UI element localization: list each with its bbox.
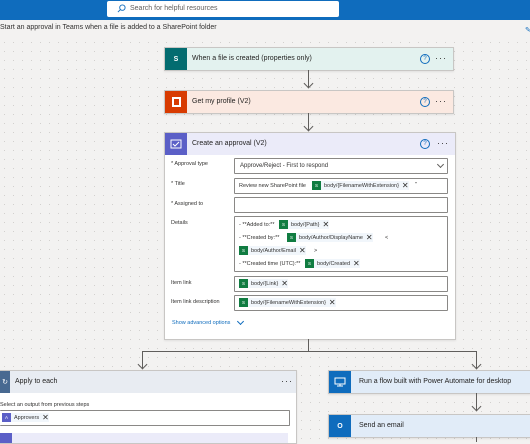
trigger-title: When a file is created (properties only) (192, 55, 312, 62)
approvals-token-icon: A (2, 413, 11, 422)
details-line-3-suffix: > (314, 248, 318, 254)
desktop-flow-header[interactable]: Run a flow built with Power Automate for… (329, 371, 530, 393)
sharepoint-token-icon: S (287, 233, 296, 242)
get-profile-card[interactable]: Get my profile (V2) ? ··· (164, 90, 454, 114)
sharepoint-icon: S (165, 48, 187, 70)
dynamic-token[interactable]: S body/{Path} ✕ (279, 220, 330, 229)
details-label: Details (171, 220, 188, 226)
item-link-field[interactable]: S body/{Link} ✕ (234, 276, 448, 292)
more-options-icon[interactable]: ··· (435, 97, 447, 106)
search-placeholder: Search for helpful resources (130, 5, 218, 12)
token-label: body/{FilenameWithExtension} (324, 182, 399, 189)
dynamic-token[interactable]: S body/{FilenameWithExtension} ✕ (239, 298, 336, 307)
branch-line (142, 351, 476, 352)
loop-icon: ↻ (0, 371, 10, 393)
remove-token-icon[interactable]: ✕ (299, 246, 306, 255)
details-line-4-text: - **Created time (UTC):** (239, 261, 301, 267)
create-approval-card[interactable]: Create an approval (V2) ? ··· * Approval… (164, 132, 456, 340)
dynamic-token[interactable]: S body/{Link} ✕ (239, 279, 288, 288)
select-output-field[interactable]: A Approvers ✕ (0, 410, 290, 426)
edit-icon[interactable]: ✎ (525, 26, 530, 35)
more-options-icon[interactable]: ··· (281, 377, 293, 386)
dynamic-token[interactable]: S body/Created ✕ (305, 259, 360, 268)
apply-to-each-title: Apply to each (15, 378, 58, 385)
select-output-label: Select an output from previous steps (0, 402, 90, 408)
approval-type-label: * Approval type (171, 161, 208, 167)
remove-token-icon[interactable]: ✕ (353, 259, 360, 268)
sharepoint-token-icon: S (239, 298, 248, 307)
connector-line (308, 339, 309, 351)
sharepoint-token-icon: S (239, 279, 248, 288)
sharepoint-token-icon: S (305, 259, 314, 268)
desktop-flow-title: Run a flow built with Power Automate for… (359, 378, 512, 385)
details-line-2-suffix: < (385, 235, 389, 241)
create-approval-header[interactable]: Create an approval (V2) ? ··· (165, 133, 455, 155)
desktop-flow-card[interactable]: Run a flow built with Power Automate for… (328, 370, 530, 394)
token-label: body/Author/Email (251, 247, 296, 254)
dynamic-token[interactable]: S body/Author/Email ✕ (239, 246, 306, 255)
create-approval-title: Create an approval (V2) (192, 140, 267, 147)
trigger-card[interactable]: S When a file is created (properties onl… (164, 47, 454, 71)
sharepoint-token-icon: S (239, 246, 248, 255)
connector-line (476, 437, 477, 442)
search-icon (117, 4, 126, 13)
office-icon (165, 91, 187, 113)
more-options-icon[interactable]: ··· (437, 139, 449, 148)
dynamic-token[interactable]: S body/Author/DisplayName ✕ (287, 233, 373, 242)
item-link-label: Item link (171, 280, 192, 286)
details-line-2-text: - **Created by:** (239, 235, 280, 241)
title-label: * Title (171, 181, 185, 187)
item-link-description-label: Item link description (171, 299, 220, 305)
help-icon[interactable]: ? (420, 97, 430, 107)
sharepoint-token-icon: S (279, 220, 288, 229)
help-icon[interactable]: ? (420, 54, 430, 64)
get-profile-header[interactable]: Get my profile (V2) ? ··· (165, 91, 453, 113)
send-email-card[interactable]: O Send an email (328, 414, 530, 438)
remove-token-icon[interactable]: ✕ (281, 279, 288, 288)
chevron-down-icon[interactable] (436, 160, 445, 169)
remove-token-icon[interactable]: ✕ (42, 413, 49, 422)
details-field[interactable]: - **Added to:** S body/{Path} ✕ - **Crea… (234, 216, 448, 272)
send-email-title: Send an email (359, 422, 404, 429)
token-label: body/Author/DisplayName (299, 234, 363, 241)
flow-title: Start an approval in Teams when a file i… (0, 24, 217, 31)
remove-token-icon[interactable]: ✕ (402, 181, 409, 190)
approvals-icon (165, 133, 187, 155)
get-profile-title: Get my profile (V2) (192, 98, 251, 105)
dynamic-token[interactable]: A Approvers ✕ (2, 413, 49, 422)
sharepoint-token-icon: S (312, 181, 321, 190)
trigger-header[interactable]: S When a file is created (properties onl… (165, 48, 453, 70)
apply-to-each-header[interactable]: ↻ Apply to each ··· (0, 371, 296, 393)
token-label: body/Created (317, 260, 351, 267)
title-field[interactable]: Review new SharePoint file S body/{Filen… (234, 178, 448, 194)
token-label: body/{FilenameWithExtension} (251, 299, 326, 306)
token-label: Approvers (14, 414, 40, 421)
apply-to-each-card[interactable]: ↻ Apply to each ··· Select an output fro… (0, 370, 297, 444)
remove-token-icon[interactable]: ✕ (329, 298, 336, 307)
desktop-flow-icon (329, 371, 351, 393)
approval-type-value: Approve/Reject - First to respond (240, 163, 329, 169)
help-icon[interactable]: ? (420, 139, 430, 149)
dynamic-token[interactable]: S body/{FilenameWithExtension} ✕ (312, 181, 409, 190)
chevron-down-icon[interactable] (236, 317, 245, 326)
remove-token-icon[interactable]: ✕ (322, 220, 329, 229)
token-label: body/{Link} (251, 280, 279, 287)
approval-type-select[interactable]: Approve/Reject - First to respond (234, 158, 448, 174)
details-line-1-text: - **Added to:** (239, 222, 275, 228)
outlook-icon: O (329, 415, 351, 437)
assigned-to-label: * Assigned to (171, 201, 204, 207)
more-options-icon[interactable]: ··· (435, 54, 447, 63)
assigned-to-field[interactable] (234, 197, 448, 213)
title-suffix-text: " (415, 182, 417, 188)
token-label: body/{Path} (291, 221, 320, 228)
title-prefix-text: Review new SharePoint file (239, 183, 306, 189)
remove-token-icon[interactable]: ✕ (366, 233, 373, 242)
send-email-header[interactable]: O Send an email (329, 415, 530, 437)
show-advanced-options-link[interactable]: Show advanced options (172, 320, 230, 326)
search-box[interactable]: Search for helpful resources (107, 1, 339, 17)
item-link-description-field[interactable]: S body/{FilenameWithExtension} ✕ (234, 295, 448, 311)
